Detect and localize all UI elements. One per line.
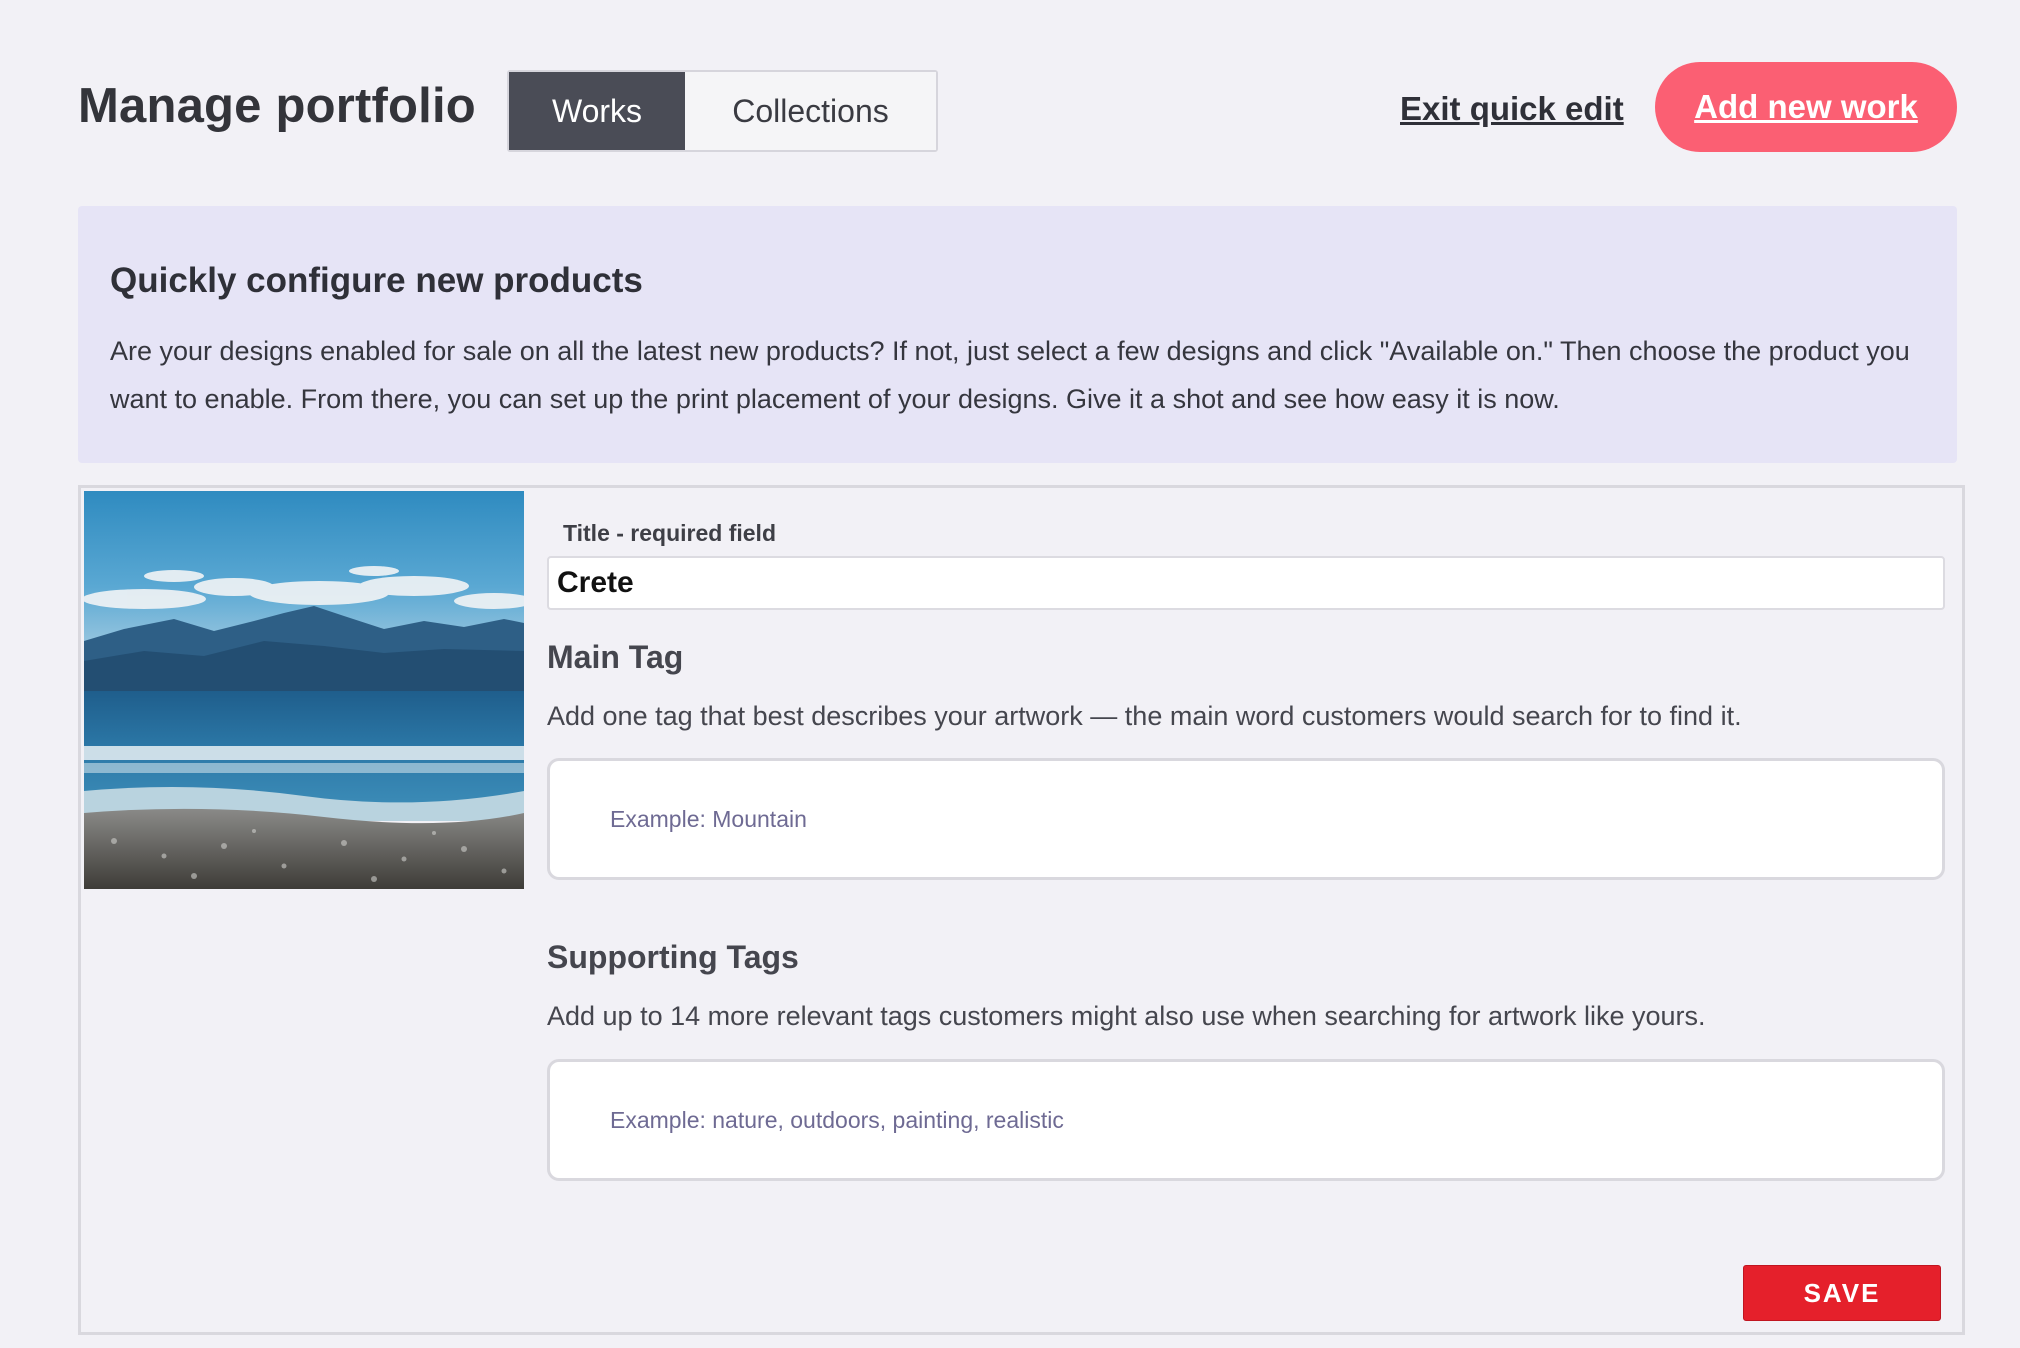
- add-new-work-button[interactable]: Add new work: [1655, 62, 1957, 152]
- artwork-thumbnail[interactable]: [84, 491, 524, 889]
- title-label: Title - required field: [563, 520, 776, 546]
- tab-works[interactable]: Works: [509, 72, 685, 150]
- supporting-tags-input[interactable]: [547, 1059, 1945, 1181]
- title-input[interactable]: [547, 556, 1945, 610]
- supporting-tags-heading: Supporting Tags: [547, 939, 799, 975]
- info-banner-text: Are your designs enabled for sale on all…: [110, 336, 1910, 414]
- view-tabs: Works Collections: [507, 70, 938, 152]
- supporting-tags-description: Add up to 14 more relevant tags customer…: [547, 1001, 1706, 1031]
- seascape-image: [84, 491, 524, 889]
- info-banner-title: Quickly configure new products: [110, 261, 643, 300]
- exit-quick-edit-link[interactable]: Exit quick edit: [1400, 90, 1624, 128]
- page-header: Manage portfolio Works Collections Exit …: [78, 62, 1958, 154]
- work-edit-card: Title - required field Main Tag Add one …: [78, 485, 1965, 1335]
- main-tag-description: Add one tag that best describes your art…: [547, 701, 1742, 731]
- info-banner: Quickly configure new products Are your …: [78, 206, 1957, 463]
- main-tag-heading: Main Tag: [547, 639, 684, 675]
- page-title: Manage portfolio: [78, 79, 476, 133]
- main-tag-input[interactable]: [547, 758, 1945, 880]
- tab-collections[interactable]: Collections: [685, 72, 936, 150]
- save-button[interactable]: SAVE: [1743, 1265, 1941, 1321]
